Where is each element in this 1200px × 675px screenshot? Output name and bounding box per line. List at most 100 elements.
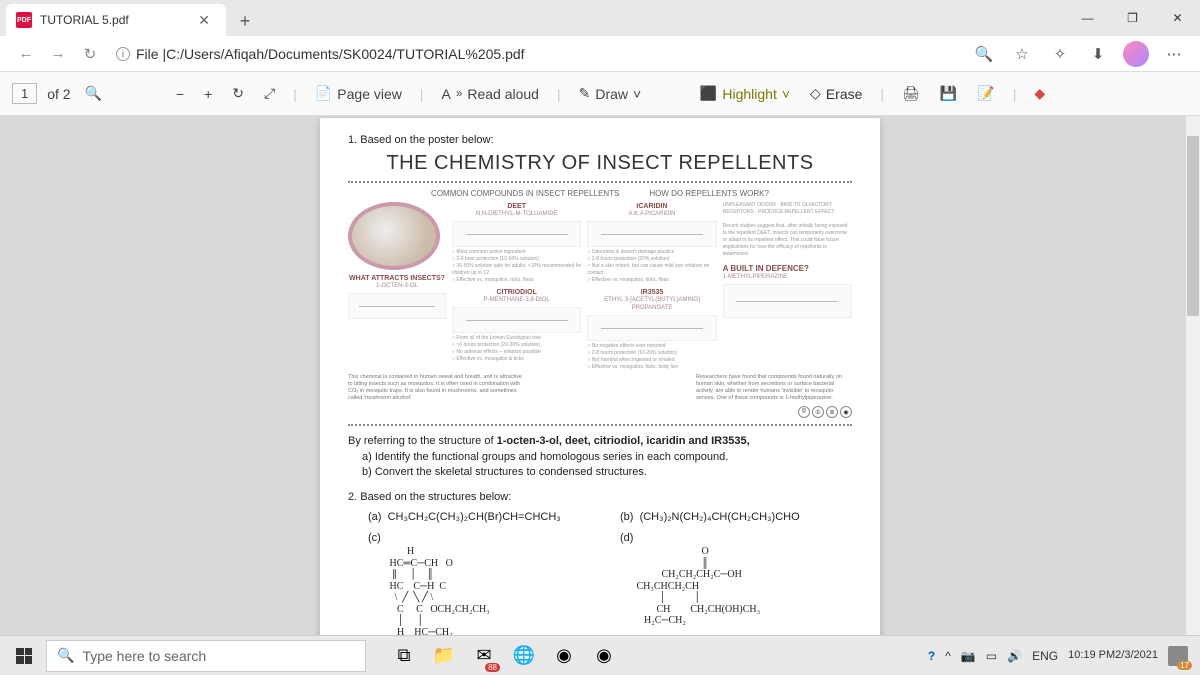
chevron-up-icon[interactable]: ^	[945, 649, 951, 663]
document-viewport[interactable]: 1. Based on the poster below: THE CHEMIS…	[0, 116, 1200, 675]
q1b: b) Convert the skeletal structures to co…	[348, 465, 852, 480]
read-aloud-button[interactable]: A» Read aloud	[434, 82, 547, 106]
tab-pdf[interactable]: PDF TUTORIAL 5.pdf ✕	[6, 4, 226, 36]
octen-structure	[348, 293, 446, 319]
window-controls: — ❐ ✕	[1065, 0, 1200, 36]
ir3535-bullets: ○ No negative effects ever reported○ 2-8…	[587, 343, 716, 371]
mail-icon[interactable]: ✉88	[466, 638, 502, 674]
cc-icons: ©①⊜◉	[348, 406, 852, 418]
url-path: C:/Users/Afiqah/Documents/SK0024/TUTORIA…	[166, 46, 524, 62]
back-button[interactable]: ←	[10, 38, 42, 70]
sa: CH₃CH₂C(CH₃)₂CH(Br)CH=CHCH₃	[388, 511, 561, 523]
ir3535-label: IR3535	[587, 288, 716, 297]
url-box[interactable]: i File | C:/Users/Afiqah/Documents/SK002…	[106, 46, 968, 62]
camera-icon[interactable]: 📷	[961, 649, 976, 663]
language-indicator[interactable]: ENG	[1032, 649, 1058, 663]
downloads-icon[interactable]: ⬇	[1082, 38, 1114, 70]
poster-body: COMMON COMPOUNDS IN INSECT REPELLENTS HO…	[348, 181, 852, 426]
taskbar: 🔍 Type here to search ⧉ 📁 ✉88 🌐 ◉ ◉ ? ^ …	[0, 635, 1200, 675]
sc-label: (c)	[368, 532, 381, 544]
erase-button[interactable]: ◇ Erase	[802, 81, 870, 106]
sd-structure: O ║ CH₂CH₂CH₂C─OH CH₃CHCH₂CH │ │ CH CH₂C…	[634, 546, 852, 627]
task-view-icon[interactable]: ⧉	[386, 638, 422, 674]
citriodiol-sub: P-MENTHANE-3,8-DIOL	[452, 297, 581, 305]
new-tab-button[interactable]: +	[230, 6, 260, 36]
ir3535-structure	[587, 315, 716, 341]
clock[interactable]: 10:19 PM 2/3/2021	[1068, 649, 1158, 662]
q1-body: By referring to the structure of 1-octen…	[348, 434, 852, 480]
pdf-icon: PDF	[16, 12, 32, 28]
zoom-indicator-icon[interactable]: 🔍	[968, 38, 1000, 70]
rotate-button[interactable]: ↻	[224, 81, 252, 106]
page-number-input[interactable]: 1	[12, 83, 37, 104]
fullscreen-icon[interactable]: ◆	[1026, 81, 1053, 106]
attract-text: This chemical is contained in human swea…	[348, 374, 528, 403]
zoom-out-button[interactable]: −	[168, 82, 192, 106]
citriodiol-bullets: ○ From oil of the Lemon Eucalyptus tree○…	[452, 335, 581, 363]
maximize-button[interactable]: ❐	[1110, 0, 1155, 36]
start-button[interactable]	[6, 638, 42, 674]
system-tray: ? ^ 📷 ▭ 🔊 ENG 10:19 PM 2/3/2021 17	[928, 646, 1194, 666]
more-icon[interactable]: ⋯	[1158, 38, 1190, 70]
highlight-button[interactable]: ⬛ Highlight ˅	[692, 81, 798, 106]
deet-structure	[452, 221, 581, 247]
poster-head-how: HOW DO REPELLENTS WORK?	[649, 189, 769, 198]
volume-icon[interactable]: 🔊	[1007, 649, 1022, 663]
pdf-page: 1. Based on the poster below: THE CHEMIS…	[320, 118, 880, 673]
forward-button[interactable]: →	[42, 38, 74, 70]
zoom-in-button[interactable]: +	[196, 82, 220, 106]
addr-right-icons: 🔍 ☆ ✧ ⬇ ⋯	[968, 38, 1190, 70]
icaridin-bullets: ○ Odourless & doesn't damage plastics○ 2…	[587, 249, 716, 284]
ir3535-sub: ETHYL 3-[ACETYL(BUTYL)AMINO] PROPANOATE	[587, 297, 716, 313]
icaridin-label: ICARIDIN	[587, 202, 716, 211]
scrollbar[interactable]	[1186, 116, 1200, 675]
q1-intro: 1. Based on the poster below:	[348, 134, 852, 146]
q1a: a) Identify the functional groups and ho…	[348, 450, 852, 465]
chrome-icon[interactable]: ◉	[546, 638, 582, 674]
defence-text: Researchers have found that compounds fo…	[696, 374, 852, 403]
builtin-sub: 1-METHYLPIPERAZINE	[723, 274, 852, 282]
citriodiol-structure	[452, 307, 581, 333]
profile-icon[interactable]	[1120, 38, 1152, 70]
poster-title: THE CHEMISTRY OF INSECT REPELLENTS	[348, 152, 852, 175]
chrome-icon-2[interactable]: ◉	[586, 638, 622, 674]
close-tab-icon[interactable]: ✕	[192, 12, 216, 29]
save-icon[interactable]: 💾	[932, 81, 965, 106]
notifications-icon[interactable]: 17	[1168, 646, 1188, 666]
page-view-button[interactable]: 📄 Page view	[307, 81, 410, 106]
close-window-button[interactable]: ✕	[1155, 0, 1200, 36]
sb: (CH₃)₂N(CH₂)₄CH(CH₂CH₃)CHO	[640, 511, 800, 523]
help-icon[interactable]: ?	[928, 649, 935, 663]
citriodiol-label: CITRIODIOL	[452, 288, 581, 297]
deet-label: DEET	[452, 202, 581, 211]
builtin-structure	[723, 284, 852, 318]
file-explorer-icon[interactable]: 📁	[426, 638, 462, 674]
refresh-button[interactable]: ↻	[74, 38, 106, 70]
octen-label: 1-OCTEN-3-OL	[348, 283, 446, 291]
taskbar-search[interactable]: 🔍 Type here to search	[46, 640, 366, 672]
draw-button[interactable]: ✎ Draw ˅	[571, 81, 650, 106]
save-as-icon[interactable]: 📝	[969, 81, 1002, 106]
icaridin-structure	[587, 221, 716, 247]
collections-icon[interactable]: ✧	[1044, 38, 1076, 70]
mosquito-image	[348, 202, 440, 270]
tab-title: TUTORIAL 5.pdf	[40, 13, 129, 27]
sa-label: (a)	[368, 511, 381, 523]
what-attracts-label: WHAT ATTRACTS INSECTS?	[348, 274, 446, 283]
url-prefix: File |	[136, 46, 166, 62]
info-icon: i	[116, 47, 130, 61]
browser-tab-bar: PDF TUTORIAL 5.pdf ✕ + — ❐ ✕	[0, 0, 1200, 36]
print-icon[interactable]: 🖨	[894, 81, 928, 106]
search-placeholder: Type here to search	[82, 648, 206, 664]
minimize-button[interactable]: —	[1065, 0, 1110, 36]
deet-bullets: ○ Most common active ingredient○ 2-6 hou…	[452, 249, 581, 284]
how-work-text: UNPLEASANT ODOUR · BIND TO OLFACTORY REC…	[723, 202, 852, 258]
fit-button[interactable]: ⤢	[256, 81, 283, 106]
battery-icon[interactable]: ▭	[986, 649, 997, 663]
edge-icon[interactable]: 🌐	[506, 638, 542, 674]
search-icon[interactable]: 🔍	[85, 85, 102, 102]
favorite-icon[interactable]: ☆	[1006, 38, 1038, 70]
sb-label: (b)	[620, 511, 633, 523]
icaridin-sub: A.K.A PICARIDIN	[587, 211, 716, 219]
search-icon: 🔍	[57, 647, 74, 664]
